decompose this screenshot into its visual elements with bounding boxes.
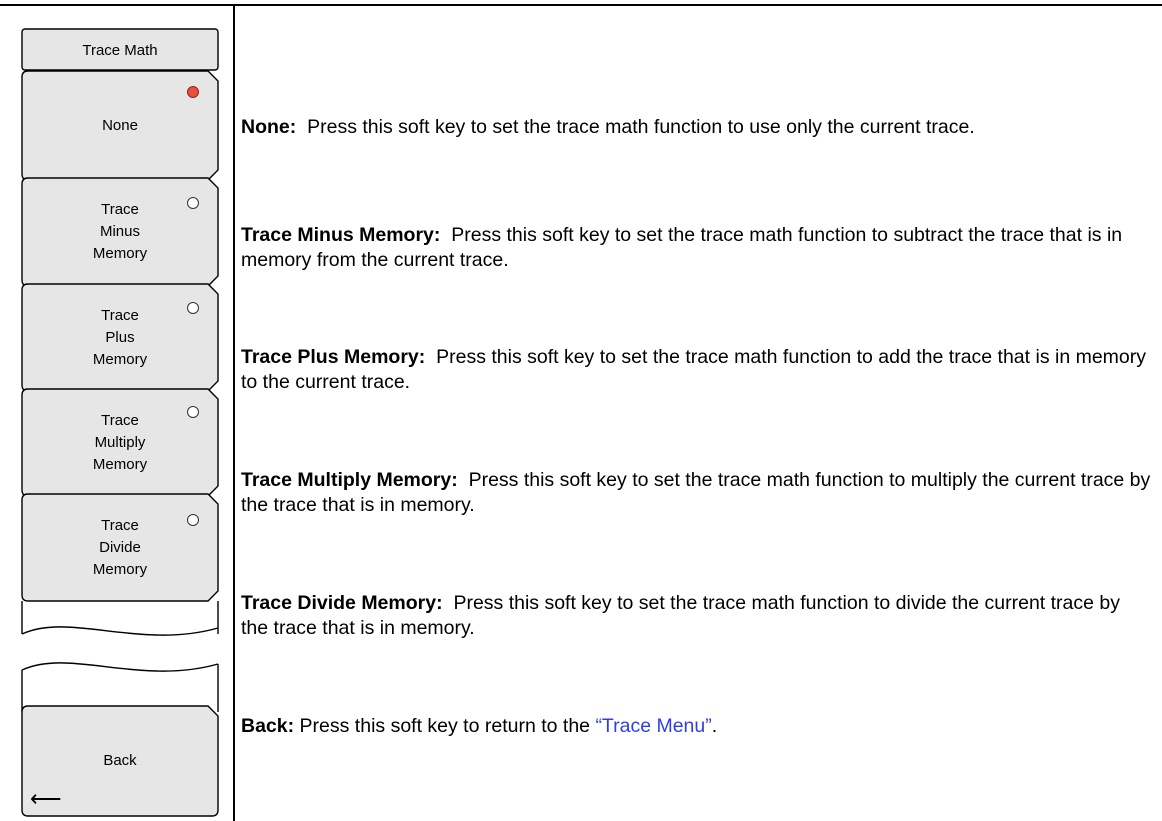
trace-divide-memory-soft-key[interactable]: Trace Divide Memory [22,494,218,601]
description-term: Trace Multiply Memory: [241,469,458,491]
unselected-radio-icon [187,197,199,209]
description-term: Trace Minus Memory: [241,224,441,246]
back-key-label: Back [103,752,137,769]
description-term: Trace Divide Memory: [241,592,443,614]
trace-multiply-memory-key-label: Trace Multiply Memory [92,411,148,473]
unselected-radio-icon [187,406,199,418]
description-term: None: [241,116,297,138]
unselected-radio-icon [187,302,199,314]
unselected-radio-icon [187,514,199,526]
column-divider [233,5,235,821]
soft-key-menu: Trace Math None Trace Minus Memory Trace… [0,0,233,821]
description-text: Press this soft key to return to the [299,715,596,737]
description-text: Press this soft key to set the trace mat… [307,116,975,138]
description-none: None: Press this soft key to set the tra… [241,115,1151,140]
trace-multiply-memory-soft-key[interactable]: Trace Multiply Memory [22,389,218,496]
description-trace-multiply-memory: Trace Multiply Memory: Press this soft k… [241,468,1151,518]
trace-minus-memory-soft-key[interactable]: Trace Minus Memory [22,178,218,286]
description-term: Back: [241,715,295,737]
selected-radio-icon [187,86,199,98]
description-text-end: . [711,715,718,737]
description-trace-plus-memory: Trace Plus Memory: Press this soft key t… [241,345,1151,395]
description-trace-divide-memory: Trace Divide Memory: Press this soft key… [241,591,1151,641]
description-trace-minus-memory: Trace Minus Memory: Press this soft key … [241,223,1151,273]
trace-divide-memory-key-label: Trace Divide Memory [92,516,148,578]
trace-plus-memory-soft-key[interactable]: Trace Plus Memory [22,284,218,391]
menu-title: Trace Math [82,41,158,59]
trace-plus-memory-key-label: Trace Plus Memory [92,306,148,368]
none-key-label: None [102,116,138,134]
description-back: Back: Press this soft key to return to t… [241,714,1151,739]
description-term: Trace Plus Memory: [241,346,426,368]
left-arrow-icon: ⟵ [30,786,62,811]
trace-minus-memory-key-label: Trace Minus Memory [92,201,148,262]
trace-menu-link[interactable]: “Trace Menu” [595,715,711,737]
